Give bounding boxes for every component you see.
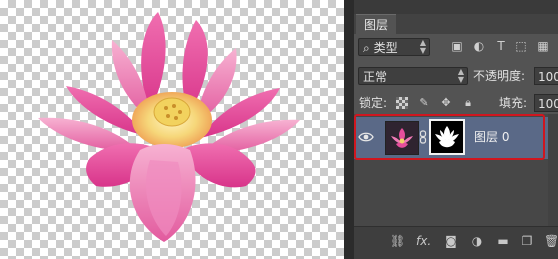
lock-image-icon[interactable]: ✎ — [418, 97, 430, 109]
panel-header-bar — [354, 0, 558, 14]
image-filter-icon[interactable]: ▣ — [450, 39, 464, 53]
lock-label: 锁定: — [359, 96, 388, 110]
search-icon: ⌕ — [363, 41, 370, 55]
adjustment-filter-icon[interactable]: ◐ — [472, 39, 486, 53]
opacity-label: 不透明度: — [473, 69, 526, 83]
add-mask-icon[interactable]: ◙ — [444, 234, 458, 248]
blend-mode-select[interactable]: 正常 ▲ ▼ — [358, 67, 468, 85]
select-arrows-icon: ▲ ▼ — [419, 38, 426, 55]
fx-icon[interactable]: fx. — [416, 234, 431, 248]
filter-type-label: 类型 — [373, 41, 398, 55]
selection-highlight-box — [354, 114, 545, 160]
canvas-gutter — [344, 0, 354, 259]
layers-scrollbar[interactable] — [548, 114, 558, 226]
tab-layers[interactable]: 图层 — [356, 14, 397, 35]
blend-mode-value: 正常 — [363, 70, 388, 84]
layers-panel: 图层 ⌕ 类型 ▲▼ ▣ ◐ T ⬚ ▦ 正常 ▲▼ 不透明度: 100 锁定:… — [354, 0, 558, 259]
smart-object-filter-icon[interactable]: ▦ — [536, 39, 550, 53]
filter-type-select[interactable]: ⌕ 类型 ▲ ▼ — [358, 38, 430, 56]
link-layers-icon[interactable]: ⛓ — [390, 234, 405, 248]
document-canvas[interactable] — [0, 0, 344, 259]
fill-field[interactable]: 100 — [534, 94, 558, 112]
adjustment-layer-icon[interactable]: ◑ — [470, 234, 484, 248]
lotus-flower-image — [38, 12, 300, 242]
trash-icon[interactable]: 🗑︎ — [544, 234, 558, 248]
opacity-field[interactable]: 100 — [534, 67, 558, 85]
select-arrows-icon: ▲ ▼ — [457, 67, 464, 84]
lock-position-icon[interactable]: ✥ — [440, 97, 452, 109]
group-folder-icon[interactable]: ▬ — [496, 234, 510, 248]
lock-transparent-icon[interactable] — [396, 97, 408, 109]
lock-all-icon[interactable]: 🔒︎ — [462, 97, 474, 109]
shape-filter-icon[interactable]: ⬚ — [514, 39, 528, 53]
fill-label: 填充: — [499, 96, 528, 110]
type-filter-icon[interactable]: T — [494, 39, 508, 53]
new-layer-icon[interactable]: ❐ — [520, 234, 534, 248]
